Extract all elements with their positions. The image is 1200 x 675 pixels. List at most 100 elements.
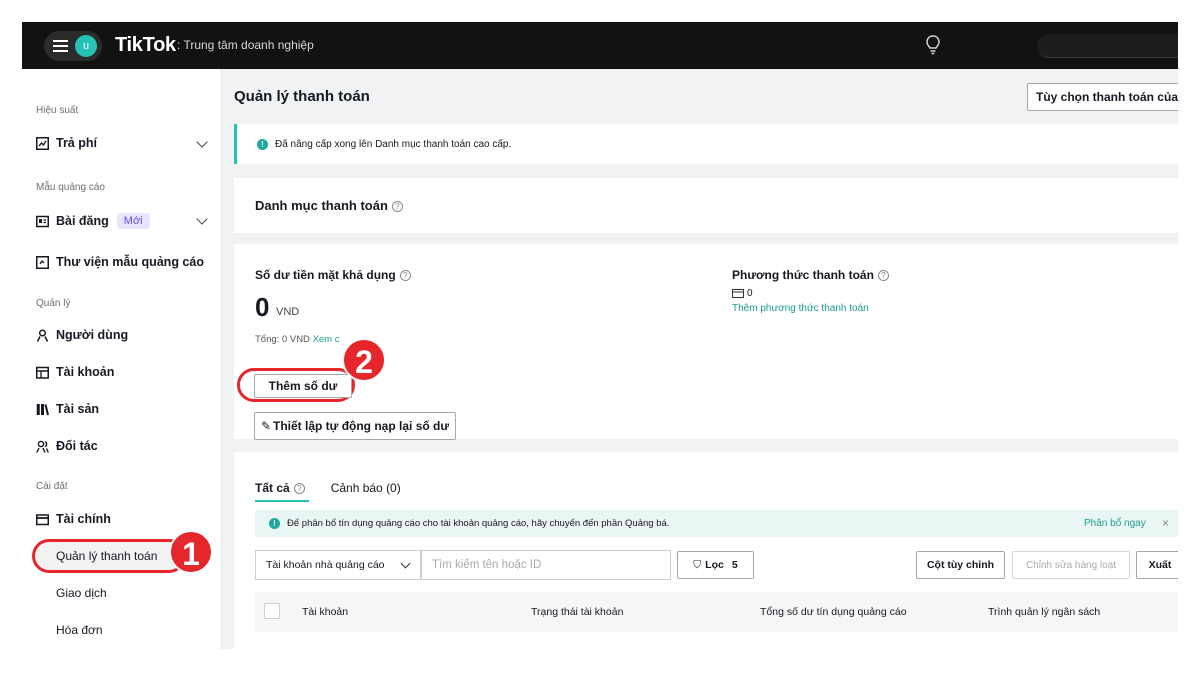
callout-1: 1 <box>169 530 213 574</box>
search-input[interactable]: Tìm kiếm tên hoặc ID <box>421 550 671 580</box>
sidebar-item-finance[interactable]: Tài chính <box>36 512 111 526</box>
new-badge: Mới <box>116 213 150 229</box>
export-label: Xuất <box>1148 559 1172 571</box>
auto-reload-label: Thiết lập tự động nạp lại số dư <box>273 419 450 433</box>
sidebar-item-label: Tài khoản <box>56 365 115 379</box>
account-switcher[interactable] <box>1037 34 1178 58</box>
view-details-link[interactable]: Xem c <box>313 334 340 345</box>
balance-currency: VND <box>276 306 300 318</box>
tab-bar: Tất cả? Cảnh báo (0) <box>255 481 401 495</box>
portfolio-title: Danh mục thanh toán? <box>255 198 403 213</box>
help-icon[interactable]: ? <box>877 270 889 282</box>
app-frame: u TikTok : Trung tâm doanh nghiệp Hiệu s… <box>22 22 1178 649</box>
allocate-now-link[interactable]: Phân bổ ngay <box>1084 518 1146 529</box>
help-icon[interactable]: ? <box>293 483 305 495</box>
bulk-edit-button[interactable]: Chỉnh sửa hàng loạt <box>1012 551 1130 579</box>
table-header: Tài khoản Trạng thái tài khoản Tổng số d… <box>255 592 1178 632</box>
sidebar-item-label: Thư viện mẫu quảng cáo <box>56 255 204 269</box>
filter-button[interactable]: ⛉ Lọc 5 <box>677 551 754 579</box>
payment-method-count: 0 <box>732 288 753 299</box>
balance-value: 0 <box>255 292 270 322</box>
col-credit[interactable]: Tổng số dư tín dụng quảng cáo <box>760 606 907 618</box>
add-balance-label: Thêm số dư <box>268 379 338 393</box>
sidebar-item-invoices[interactable]: Hóa đơn <box>56 623 103 637</box>
assets-icon <box>36 403 49 415</box>
payment-options-button[interactable]: Tùy chọn thanh toán của <box>1027 83 1178 111</box>
filter-icon: ⛉ <box>693 558 702 571</box>
section-manage: Quản lý <box>36 298 71 309</box>
brand-subtitle: : Trung tâm doanh nghiệp <box>177 38 314 52</box>
tiktok-logo[interactable]: TikTok <box>115 34 176 57</box>
wallet-icon <box>36 513 49 525</box>
balance-total: Tổng: 0 VND Xem c <box>255 334 340 345</box>
chart-icon <box>36 136 49 150</box>
banner-text: Đã nâng cấp xong lên Danh mục thanh toán… <box>275 139 512 150</box>
sidebar-item-payment-management[interactable]: Quản lý thanh toán <box>56 549 157 563</box>
sidebar-item-label: Người dùng <box>56 328 129 342</box>
portfolio-card: Danh mục thanh toán? <box>234 178 1178 233</box>
sidebar-item-label: Tài sản <box>56 402 100 416</box>
page-title: Quản lý thanh toán <box>234 88 370 105</box>
payment-options-label: Tùy chọn thanh toán của <box>1035 90 1178 104</box>
help-icon[interactable]: ? <box>391 201 403 213</box>
hamburger-icon <box>53 40 68 52</box>
tab-alerts[interactable]: Cảnh báo (0) <box>331 481 401 495</box>
notice-text: Để phân bổ tín dụng quảng cáo cho tài kh… <box>287 518 670 529</box>
section-performance: Hiệu suất <box>36 105 79 116</box>
select-all-checkbox[interactable] <box>264 603 280 619</box>
col-budget[interactable]: Trình quản lý ngân sách <box>988 606 1100 618</box>
sidebar-item-accounts[interactable]: Tài khoản <box>36 365 114 379</box>
sidebar-item-partners[interactable]: Đối tác <box>36 439 98 453</box>
advertiser-account-select[interactable]: Tài khoản nhà quảng cáo <box>255 550 421 580</box>
sidebar-item-label: Tài chính <box>56 512 111 526</box>
callout-2: 2 <box>342 338 386 382</box>
user-icon <box>36 328 49 342</box>
upgrade-banner: ! Đã nâng cấp xong lên Danh mục thanh to… <box>234 124 1178 164</box>
avatar[interactable]: u <box>75 35 97 57</box>
close-icon[interactable]: × <box>1162 516 1169 530</box>
tab-underline <box>255 500 309 502</box>
auto-reload-button[interactable]: ✎ Thiết lập tự động nạp lại số dư <box>254 412 456 440</box>
card-icon <box>732 289 744 298</box>
allocation-notice: ! Để phân bổ tín dụng quảng cáo cho tài … <box>255 510 1178 537</box>
sidebar-item-users[interactable]: Người dùng <box>36 328 128 342</box>
info-icon: ! <box>269 518 280 529</box>
sidebar-item-transactions[interactable]: Giao dịch <box>56 586 107 600</box>
menu-button[interactable]: u <box>44 31 102 61</box>
tab-all[interactable]: Tất cả? <box>255 481 305 495</box>
filter-count: 5 <box>731 559 738 571</box>
lightbulb-icon[interactable] <box>924 34 942 56</box>
help-icon[interactable]: ? <box>399 270 411 282</box>
bulk-edit-label: Chỉnh sửa hàng loạt <box>1025 559 1117 571</box>
library-icon <box>36 255 49 269</box>
col-status[interactable]: Trạng thái tài khoản <box>531 606 623 618</box>
sidebar-item-label: Bài đăng <box>56 214 109 228</box>
sidebar-item-label: Đối tác <box>56 439 98 453</box>
custom-columns-label: Cột tùy chỉnh <box>926 559 995 571</box>
col-account[interactable]: Tài khoản <box>302 606 348 618</box>
sidebar-item-paid[interactable]: Trả phí <box>36 136 97 150</box>
chevron-down-icon <box>400 558 411 569</box>
custom-columns-button[interactable]: Cột tùy chỉnh <box>916 551 1005 579</box>
add-balance-button[interactable]: Thêm số dư <box>254 374 352 398</box>
account-icon <box>36 366 49 379</box>
sidebar-item-library[interactable]: Thư viện mẫu quảng cáo <box>36 255 204 269</box>
sidebar-item-label: Trả phí <box>56 136 97 150</box>
chevron-down-icon[interactable] <box>196 213 208 225</box>
top-bar: u TikTok : Trung tâm doanh nghiệp <box>22 22 1178 69</box>
payment-method-label: Phương thức thanh toán? <box>732 268 889 282</box>
add-payment-method-link[interactable]: Thêm phương thức thanh toán <box>732 303 869 314</box>
chevron-down-icon[interactable] <box>196 136 208 148</box>
sidebar-item-posts[interactable]: Bài đăng Mới <box>36 213 150 229</box>
section-settings: Cài đặt <box>36 481 68 492</box>
sidebar-item-assets[interactable]: Tài sản <box>36 402 99 416</box>
section-templates: Mẫu quảng cáo <box>36 182 105 193</box>
export-button[interactable]: Xuất <box>1136 551 1178 579</box>
filter-label: Lọc <box>705 559 724 571</box>
balance-label: Số dư tiền mặt khả dụng? <box>255 268 411 282</box>
search-placeholder: Tìm kiếm tên hoặc ID <box>432 559 542 571</box>
partners-icon <box>36 440 49 453</box>
posts-icon <box>36 215 49 227</box>
info-icon: ! <box>257 139 268 150</box>
edit-icon: ✎ <box>260 419 271 433</box>
